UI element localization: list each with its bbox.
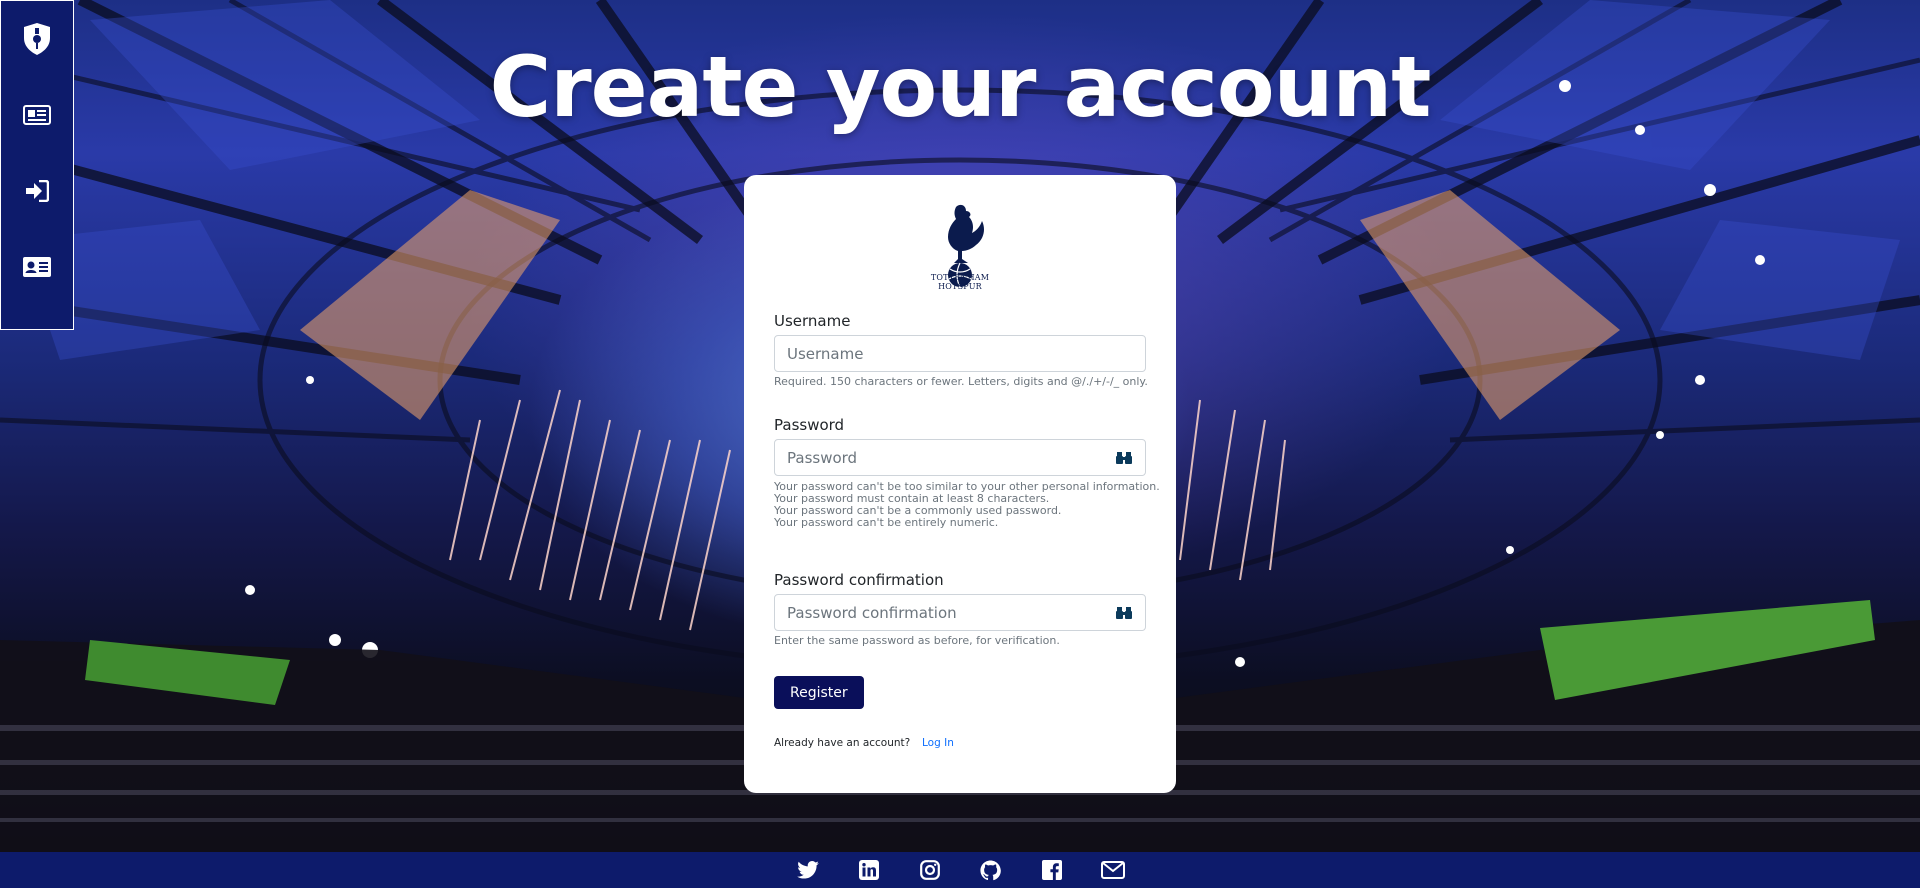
instagram-link[interactable] [899,860,960,880]
logo-text-line2: HOTSPUR [938,282,982,291]
register-card: TOTTENHAM HOTSPUR Username Required. 150… [744,175,1176,793]
username-label: Username [774,312,851,330]
twitter-link[interactable] [777,861,838,879]
register-button[interactable]: Register [774,676,864,709]
linkedin-link[interactable] [838,860,899,880]
binoculars-icon [1116,607,1132,619]
linkedin-icon [858,860,879,880]
password-label: Password [774,416,845,434]
sign-in-icon [26,180,49,202]
password-help-item: Your password can't be entirely numeric. [774,516,999,529]
username-input[interactable] [774,335,1146,372]
binoculars-icon [1116,452,1132,464]
password-confirmation-visibility-toggle[interactable] [1114,603,1134,623]
newspaper-icon [23,105,51,125]
instagram-icon [919,860,940,880]
logo-wordmark: TOTTENHAM HOTSPUR [744,273,1176,291]
nav-register[interactable] [0,229,74,305]
email-link[interactable] [1082,861,1143,879]
github-icon [980,859,1001,880]
nav-news[interactable] [0,77,74,153]
already-have-account-text: Already have an account? [774,737,911,749]
password-help-list: Your password can't be too similar to yo… [774,481,1160,529]
facebook-icon [1041,860,1062,880]
github-link[interactable] [960,859,1021,881]
logo-text-line1: TOTTENHAM [930,273,990,282]
footer-social-bar [0,852,1920,888]
twitter-icon [796,861,819,879]
password-confirmation-help-text: Enter the same password as before, for v… [774,634,1060,647]
page-title: Create your account [489,38,1432,136]
password-visibility-toggle[interactable] [1114,448,1134,468]
username-help-text: Required. 150 characters or fewer. Lette… [774,375,1148,388]
nav-home-crest[interactable] [0,1,74,77]
nav-login[interactable] [0,153,74,229]
id-card-icon [23,257,51,277]
side-navigation [0,0,74,330]
crest-shield-icon [24,23,50,55]
login-link[interactable]: Log In [922,737,954,749]
tottenham-cockerel-logo [948,204,984,288]
password-confirmation-input[interactable] [774,594,1146,631]
password-input[interactable] [774,439,1146,476]
facebook-link[interactable] [1021,860,1082,880]
envelope-icon [1100,861,1125,879]
password-confirmation-label: Password confirmation [774,571,944,589]
